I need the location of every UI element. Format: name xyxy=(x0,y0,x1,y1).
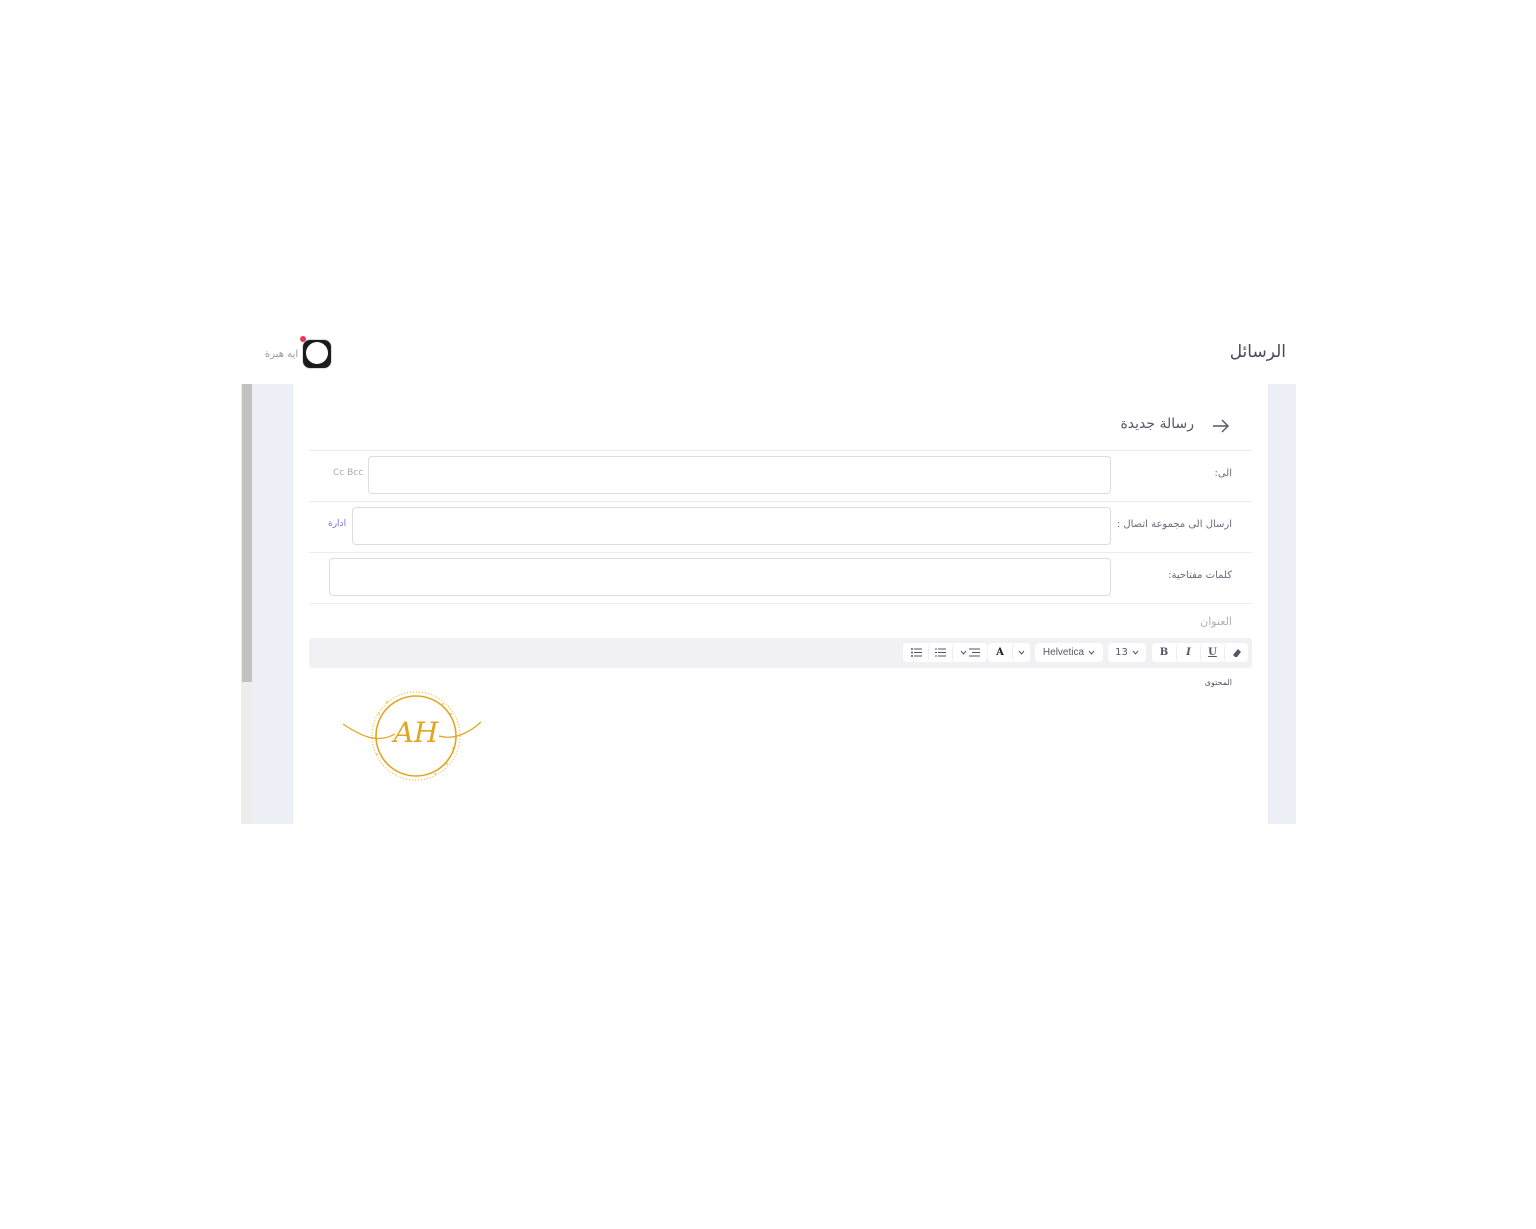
compose-card: رسالة جديدة الى: Cc Bcc ارسال الى مجموعة… xyxy=(293,384,1268,824)
user-name[interactable]: ايه هبرة xyxy=(265,349,298,360)
compose-header: رسالة جديدة xyxy=(309,406,1252,451)
top-bar: الرسائل ايه هبرة xyxy=(241,330,1296,378)
logo-monogram: AH xyxy=(391,716,439,749)
contact-group-row: ارسال الى مجموعة اتصال : ادارة xyxy=(309,502,1252,553)
manage-groups-link[interactable]: ادارة xyxy=(328,519,346,529)
page-title: الرسائل xyxy=(1229,342,1286,362)
main-frame: رسالة جديدة الى: Cc Bcc ارسال الى مجموعة… xyxy=(241,384,1296,824)
bold-button[interactable]: B xyxy=(1152,643,1176,662)
font-family-select[interactable]: Helvetica xyxy=(1035,643,1103,662)
font-size-value: 13 xyxy=(1115,647,1128,658)
subject-field[interactable]: العنوان xyxy=(1200,615,1232,628)
list-group xyxy=(903,643,987,662)
chevron-down-icon xyxy=(1088,647,1095,658)
color-group: A xyxy=(988,643,1030,662)
italic-button[interactable]: I xyxy=(1176,643,1200,662)
keywords-input[interactable] xyxy=(329,558,1111,596)
font-color-button[interactable]: A xyxy=(988,643,1012,662)
avatar[interactable] xyxy=(300,336,333,369)
chevron-down-icon xyxy=(1132,647,1139,658)
keywords-row: كلمات مفتاحية: xyxy=(309,553,1252,604)
align-icon[interactable] xyxy=(952,643,986,662)
contact-group-input[interactable] xyxy=(352,507,1111,545)
to-label: الى: xyxy=(1214,468,1232,479)
font-size-select[interactable]: 13 xyxy=(1108,643,1146,662)
font-family-value: Helvetica xyxy=(1042,647,1085,658)
keywords-label: كلمات مفتاحية: xyxy=(1168,570,1232,581)
back-arrow-icon[interactable] xyxy=(1212,416,1230,436)
editor-toolbar: B I U 13 Helvetica A xyxy=(309,638,1252,668)
avatar-image xyxy=(302,339,333,369)
scrollbar[interactable] xyxy=(241,384,253,824)
signature-logo: AH xyxy=(342,684,483,794)
user-menu[interactable]: ايه هبرة xyxy=(265,336,333,370)
text-style-group: B I U xyxy=(1152,643,1248,662)
underline-button[interactable]: U xyxy=(1200,643,1224,662)
chevron-down-icon[interactable] xyxy=(1012,643,1030,662)
contact-group-label: ارسال الى مجموعة اتصال : xyxy=(1116,519,1232,530)
to-input[interactable] xyxy=(368,456,1111,494)
eraser-icon[interactable] xyxy=(1224,643,1248,662)
cc-bcc-toggle[interactable]: Cc Bcc xyxy=(333,468,363,478)
compose-title: رسالة جديدة xyxy=(1120,416,1194,432)
scrollbar-thumb[interactable] xyxy=(242,384,252,682)
content-label: المحتوى xyxy=(1204,678,1232,687)
to-row: الى: Cc Bcc xyxy=(309,451,1252,502)
numbered-list-icon[interactable] xyxy=(928,643,952,662)
bullet-list-icon[interactable] xyxy=(904,643,928,662)
